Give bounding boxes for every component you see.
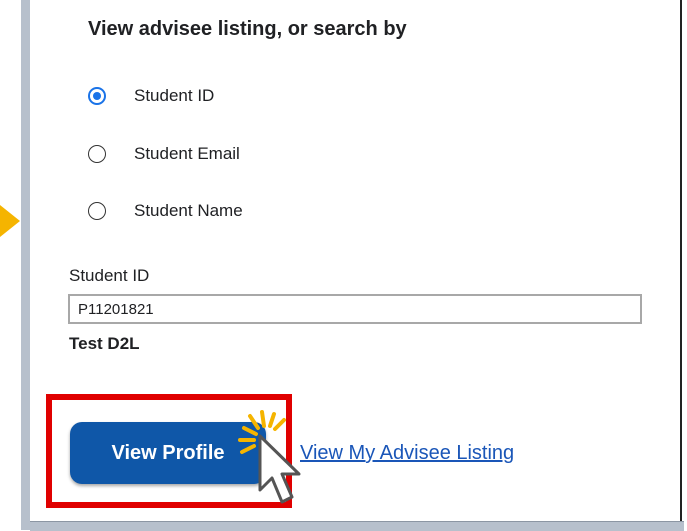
student-id-input[interactable] xyxy=(68,294,642,324)
radio-student-id[interactable]: Student ID xyxy=(88,82,214,110)
radio-student-name[interactable]: Student Name xyxy=(88,197,243,225)
arrow-right-icon xyxy=(0,205,20,237)
mouse-pointer-icon xyxy=(238,410,301,504)
radio-label: Student Name xyxy=(134,201,243,220)
search-heading: View advisee listing, or search by xyxy=(88,18,407,40)
radio-label: Student Email xyxy=(134,144,240,163)
student-id-label: Student ID xyxy=(69,266,150,285)
radio-student-email[interactable]: Student Email xyxy=(88,140,240,168)
left-gutter xyxy=(0,0,30,530)
student-name-result: Test D2L xyxy=(69,334,140,353)
left-border xyxy=(21,0,30,530)
radio-button-checked[interactable] xyxy=(88,87,106,105)
view-advisee-listing-link[interactable]: View My Advisee Listing xyxy=(300,442,514,465)
radio-label: Student ID xyxy=(134,86,215,105)
radio-button[interactable] xyxy=(88,145,106,163)
radio-button[interactable] xyxy=(88,202,106,220)
